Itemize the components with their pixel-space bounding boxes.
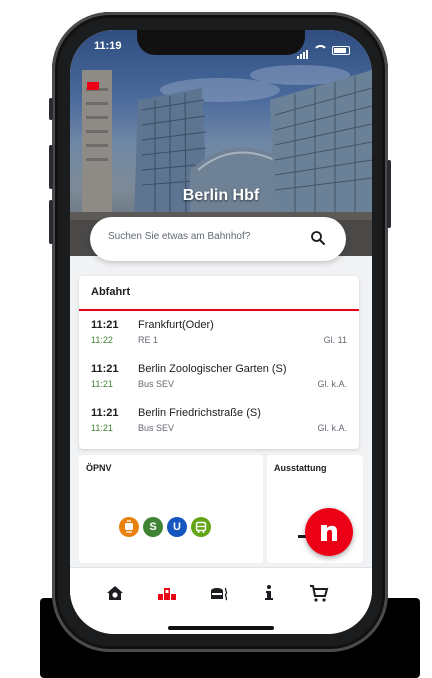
db-navigator-icon [321, 525, 337, 541]
departure-track: Gl. 11 [323, 335, 347, 345]
departure-time: 11:21 [91, 407, 119, 419]
shopping-services-icon [211, 587, 228, 601]
phone-mute-switch [49, 98, 53, 120]
departures-divider [79, 309, 359, 311]
station-name: Berlin Hbf [182, 187, 260, 204]
app-screen: 11:19 Berlin Hbf Suchen Sie etwas am Bah… [70, 30, 372, 634]
departure-actual-time: 11:21 [91, 423, 113, 433]
departure-track: Gl. k.A. [317, 379, 347, 389]
device-notch [137, 30, 305, 55]
departures-icon [158, 588, 176, 600]
departures-card[interactable]: Abfahrt 11:21 Frankfurt(Oder) 11:22 RE 1… [79, 276, 359, 449]
phone-power-button [387, 160, 391, 228]
departure-destination: Berlin Zoologischer Garten (S) [138, 363, 287, 375]
station-home-icon [107, 586, 123, 600]
departure-track: Gl. k.A. [317, 423, 347, 433]
u-bahn-icon: U [167, 517, 187, 537]
cart-icon [310, 585, 329, 602]
tab-cart[interactable] [308, 582, 330, 604]
oepnv-card[interactable]: ÖPNV S U [79, 455, 263, 563]
wifi-icon [313, 45, 328, 55]
oepnv-title: ÖPNV [86, 463, 112, 473]
tab-info[interactable] [258, 582, 280, 604]
tab-departures[interactable] [156, 582, 178, 604]
status-time: 11:19 [94, 40, 122, 52]
tab-shopping-services[interactable] [208, 582, 230, 604]
departure-destination: Berlin Friedrichstraße (S) [138, 407, 261, 419]
phone-volume-down [49, 200, 53, 244]
bus-icon [191, 517, 211, 537]
search-bar[interactable]: Suchen Sie etwas am Bahnhof? [90, 217, 346, 261]
phone-volume-up [49, 145, 53, 189]
departure-line: RE 1 [138, 335, 159, 345]
search-input[interactable]: Suchen Sie etwas am Bahnhof? [108, 231, 250, 242]
departure-time: 11:21 [91, 319, 119, 331]
battery-icon [332, 45, 350, 55]
departure-destination: Frankfurt(Oder) [138, 319, 214, 331]
departure-time: 11:21 [91, 363, 119, 375]
tab-station[interactable] [104, 582, 126, 604]
home-indicator[interactable] [168, 626, 274, 630]
db-navigator-button[interactable] [305, 508, 353, 556]
departure-line: Bus SEV [138, 423, 175, 433]
s-bahn-icon: S [143, 517, 163, 537]
amenities-title: Ausstattung [274, 463, 327, 473]
cellular-signal-icon [297, 41, 309, 59]
search-icon[interactable] [310, 230, 326, 246]
info-icon [265, 585, 273, 600]
tram-icon [119, 517, 139, 537]
tab-bar [70, 567, 372, 634]
departures-title: Abfahrt [91, 286, 131, 298]
status-indicators [297, 41, 350, 59]
departure-actual-time: 11:21 [91, 379, 113, 389]
departure-line: Bus SEV [138, 379, 175, 389]
departure-actual-time: 11:22 [91, 335, 113, 345]
